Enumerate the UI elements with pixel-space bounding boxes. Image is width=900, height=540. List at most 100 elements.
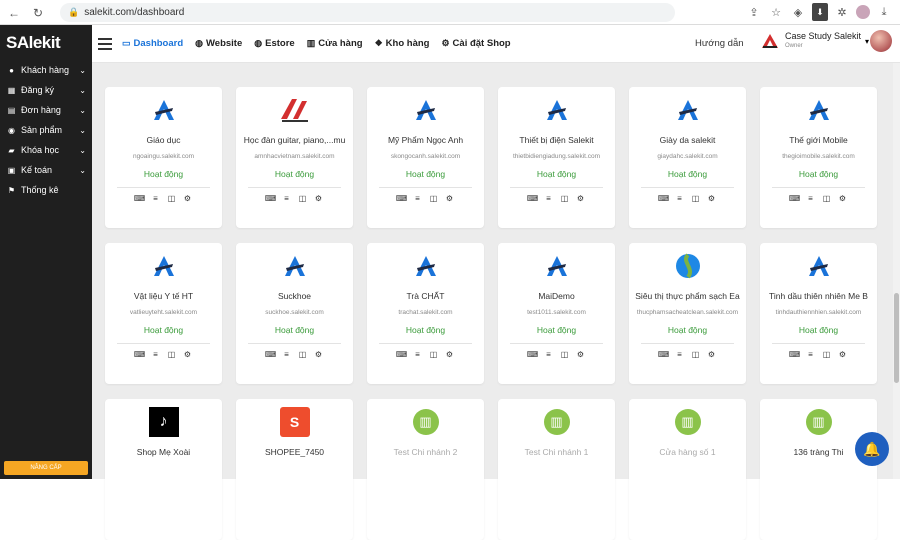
- shop-card[interactable]: Giáo dục ngoaingu.salekit.com Hoạt động ⌨ ≡ ◫…: [105, 87, 222, 228]
- list-icon[interactable]: ≡: [544, 349, 554, 359]
- shop-card-name[interactable]: Thế giới Mobile: [764, 135, 873, 145]
- columns-icon[interactable]: ◫: [298, 193, 308, 203]
- menu-toggle-icon[interactable]: [98, 37, 112, 50]
- shop-card-domain[interactable]: giaydahc.salekit.com: [633, 153, 742, 160]
- extensions-icon[interactable]: ✲: [834, 3, 850, 21]
- nav-website[interactable]: ◍ Website: [195, 38, 242, 49]
- keyboard-icon[interactable]: ⌨: [134, 349, 146, 359]
- shop-card-domain[interactable]: trachat.salekit.com: [371, 309, 480, 316]
- list-icon[interactable]: ≡: [282, 193, 292, 203]
- shop-card-name[interactable]: Thiết bị điện Salekit: [502, 135, 611, 145]
- shop-card-domain[interactable]: thucphamsacheatclean.salekit.com: [633, 309, 742, 316]
- upgrade-button[interactable]: NÂNG CẤP: [4, 461, 88, 475]
- star-icon[interactable]: ☆: [768, 3, 784, 21]
- columns-icon[interactable]: ◫: [691, 193, 701, 203]
- shop-card-name[interactable]: Giáo dục: [109, 135, 218, 145]
- shop-card-name[interactable]: SHOPEE_7450: [240, 447, 349, 457]
- shop-card-name[interactable]: Giày da salekit: [633, 135, 742, 145]
- shop-card[interactable]: Siêu thị thực phẩm sạch Ea thucphamsachea…: [629, 243, 746, 384]
- keyboard-icon[interactable]: ⌨: [789, 193, 801, 203]
- shop-card[interactable]: Trà CHẤT trachat.salekit.com Hoạt động ⌨ ≡ ◫ ⚙: [367, 243, 484, 384]
- columns-icon[interactable]: ◫: [822, 193, 832, 203]
- shield-icon[interactable]: ◈: [790, 3, 806, 21]
- gear-icon[interactable]: ⚙: [314, 193, 324, 203]
- list-icon[interactable]: ≡: [675, 193, 685, 203]
- shop-card-domain[interactable]: test1011.salekit.com: [502, 309, 611, 316]
- shop-card-name[interactable]: Vật liệu Y tế HT: [109, 291, 218, 301]
- shop-card-name[interactable]: Suckhoe: [240, 291, 349, 301]
- shop-card[interactable]: ▥ Test Chi nhánh 1: [498, 399, 615, 540]
- gear-icon[interactable]: ⚙: [183, 349, 193, 359]
- gear-icon[interactable]: ⚙: [707, 349, 717, 359]
- columns-icon[interactable]: ◫: [298, 349, 308, 359]
- sidebar-item-san-pham[interactable]: ◉ Sản phẩm ⌄: [0, 120, 92, 140]
- nav-kho-hang[interactable]: ❖ Kho hàng: [375, 38, 430, 49]
- nav-cua-hang[interactable]: ▥ Cửa hàng: [307, 38, 363, 49]
- columns-icon[interactable]: ◫: [560, 349, 570, 359]
- shop-card[interactable]: Tinh dầu thiên nhiên Me B tinhdauthiennhi…: [760, 243, 877, 384]
- download-icon[interactable]: ⤓: [876, 3, 892, 21]
- keyboard-icon[interactable]: ⌨: [265, 349, 277, 359]
- shop-card[interactable]: ♪ Shop Mẹ Xoài: [105, 399, 222, 540]
- shop-card[interactable]: Thiết bị điện Salekit thietbidiengiadung.…: [498, 87, 615, 228]
- shop-card-domain[interactable]: tinhdauthiennhien.salekit.com: [764, 309, 873, 316]
- shop-card-name[interactable]: Tinh dầu thiên nhiên Me B: [764, 291, 873, 301]
- keyboard-icon[interactable]: ⌨: [396, 349, 408, 359]
- shop-card-domain[interactable]: skongocanh.salekit.com: [371, 153, 480, 160]
- gear-icon[interactable]: ⚙: [445, 193, 455, 203]
- shop-card[interactable]: S SHOPEE_7450: [236, 399, 353, 540]
- columns-icon[interactable]: ◫: [167, 193, 177, 203]
- keyboard-icon[interactable]: ⌨: [265, 193, 277, 203]
- sidebar-item-khoa-hoc[interactable]: ▰ Khóa học ⌄: [0, 140, 92, 160]
- shop-card[interactable]: Thế giới Mobile thegioimobile.salekit.com…: [760, 87, 877, 228]
- columns-icon[interactable]: ◫: [560, 193, 570, 203]
- shop-card-domain[interactable]: ngoaingu.salekit.com: [109, 153, 218, 160]
- shop-card[interactable]: MaiDemo test1011.salekit.com Hoạt động ⌨ ≡ ◫ ⚙: [498, 243, 615, 384]
- gear-icon[interactable]: ⚙: [838, 349, 848, 359]
- keyboard-icon[interactable]: ⌨: [527, 349, 539, 359]
- nav-estore[interactable]: ◍ Estore: [254, 38, 294, 49]
- list-icon[interactable]: ≡: [544, 193, 554, 203]
- list-icon[interactable]: ≡: [806, 349, 816, 359]
- keyboard-icon[interactable]: ⌨: [396, 193, 408, 203]
- shop-card-name[interactable]: Trà CHẤT: [371, 291, 480, 301]
- shop-card-domain[interactable]: thietbidiengiadung.salekit.com: [502, 153, 611, 160]
- app-logo[interactable]: SAlekit: [0, 25, 92, 60]
- guide-link[interactable]: Hướng dẫn: [695, 38, 744, 49]
- shop-card[interactable]: Mỹ Phẩm Ngọc Anh skongocanh.salekit.com Ho…: [367, 87, 484, 228]
- shop-card-name[interactable]: Mỹ Phẩm Ngọc Anh: [371, 135, 480, 145]
- list-icon[interactable]: ≡: [413, 349, 423, 359]
- shop-card-name[interactable]: Học đàn guitar, piano,...mu: [240, 135, 349, 145]
- keyboard-icon[interactable]: ⌨: [527, 193, 539, 203]
- shop-card[interactable]: Học đàn guitar, piano,...mu amnhacvietnam…: [236, 87, 353, 228]
- gear-icon[interactable]: ⚙: [576, 349, 586, 359]
- sidebar-item-ke-toan[interactable]: ▣ Kế toán ⌄: [0, 160, 92, 180]
- shop-card[interactable]: ▥ Test Chi nhánh 2: [367, 399, 484, 540]
- sidebar-item-thong-ke[interactable]: ⚑ Thống kê: [0, 180, 92, 200]
- keyboard-icon[interactable]: ⌨: [658, 349, 670, 359]
- columns-icon[interactable]: ◫: [691, 349, 701, 359]
- list-icon[interactable]: ≡: [413, 193, 423, 203]
- shop-card-domain[interactable]: amnhacvietnam.salekit.com: [240, 153, 349, 160]
- download-extension-icon[interactable]: ⬇: [812, 3, 828, 21]
- keyboard-icon[interactable]: ⌨: [134, 193, 146, 203]
- avatar[interactable]: [870, 30, 892, 52]
- profile-avatar-icon[interactable]: [856, 5, 870, 19]
- list-icon[interactable]: ≡: [282, 349, 292, 359]
- shop-card[interactable]: Giày da salekit giaydahc.salekit.com Hoạt …: [629, 87, 746, 228]
- shop-card-name[interactable]: Test Chi nhánh 2: [371, 447, 480, 457]
- columns-icon[interactable]: ◫: [429, 349, 439, 359]
- shop-card-name[interactable]: Siêu thị thực phẩm sạch Ea: [633, 291, 742, 301]
- gear-icon[interactable]: ⚙: [445, 349, 455, 359]
- nav-dashboard[interactable]: ▭ Dashboard: [122, 38, 183, 49]
- shop-card-name[interactable]: MaiDemo: [502, 291, 611, 301]
- columns-icon[interactable]: ◫: [429, 193, 439, 203]
- list-icon[interactable]: ≡: [806, 193, 816, 203]
- gear-icon[interactable]: ⚙: [576, 193, 586, 203]
- shop-card-name[interactable]: Test Chi nhánh 1: [502, 447, 611, 457]
- keyboard-icon[interactable]: ⌨: [789, 349, 801, 359]
- list-icon[interactable]: ≡: [151, 349, 161, 359]
- columns-icon[interactable]: ◫: [822, 349, 832, 359]
- list-icon[interactable]: ≡: [151, 193, 161, 203]
- shop-card-domain[interactable]: vatlieuyteht.salekit.com: [109, 309, 218, 316]
